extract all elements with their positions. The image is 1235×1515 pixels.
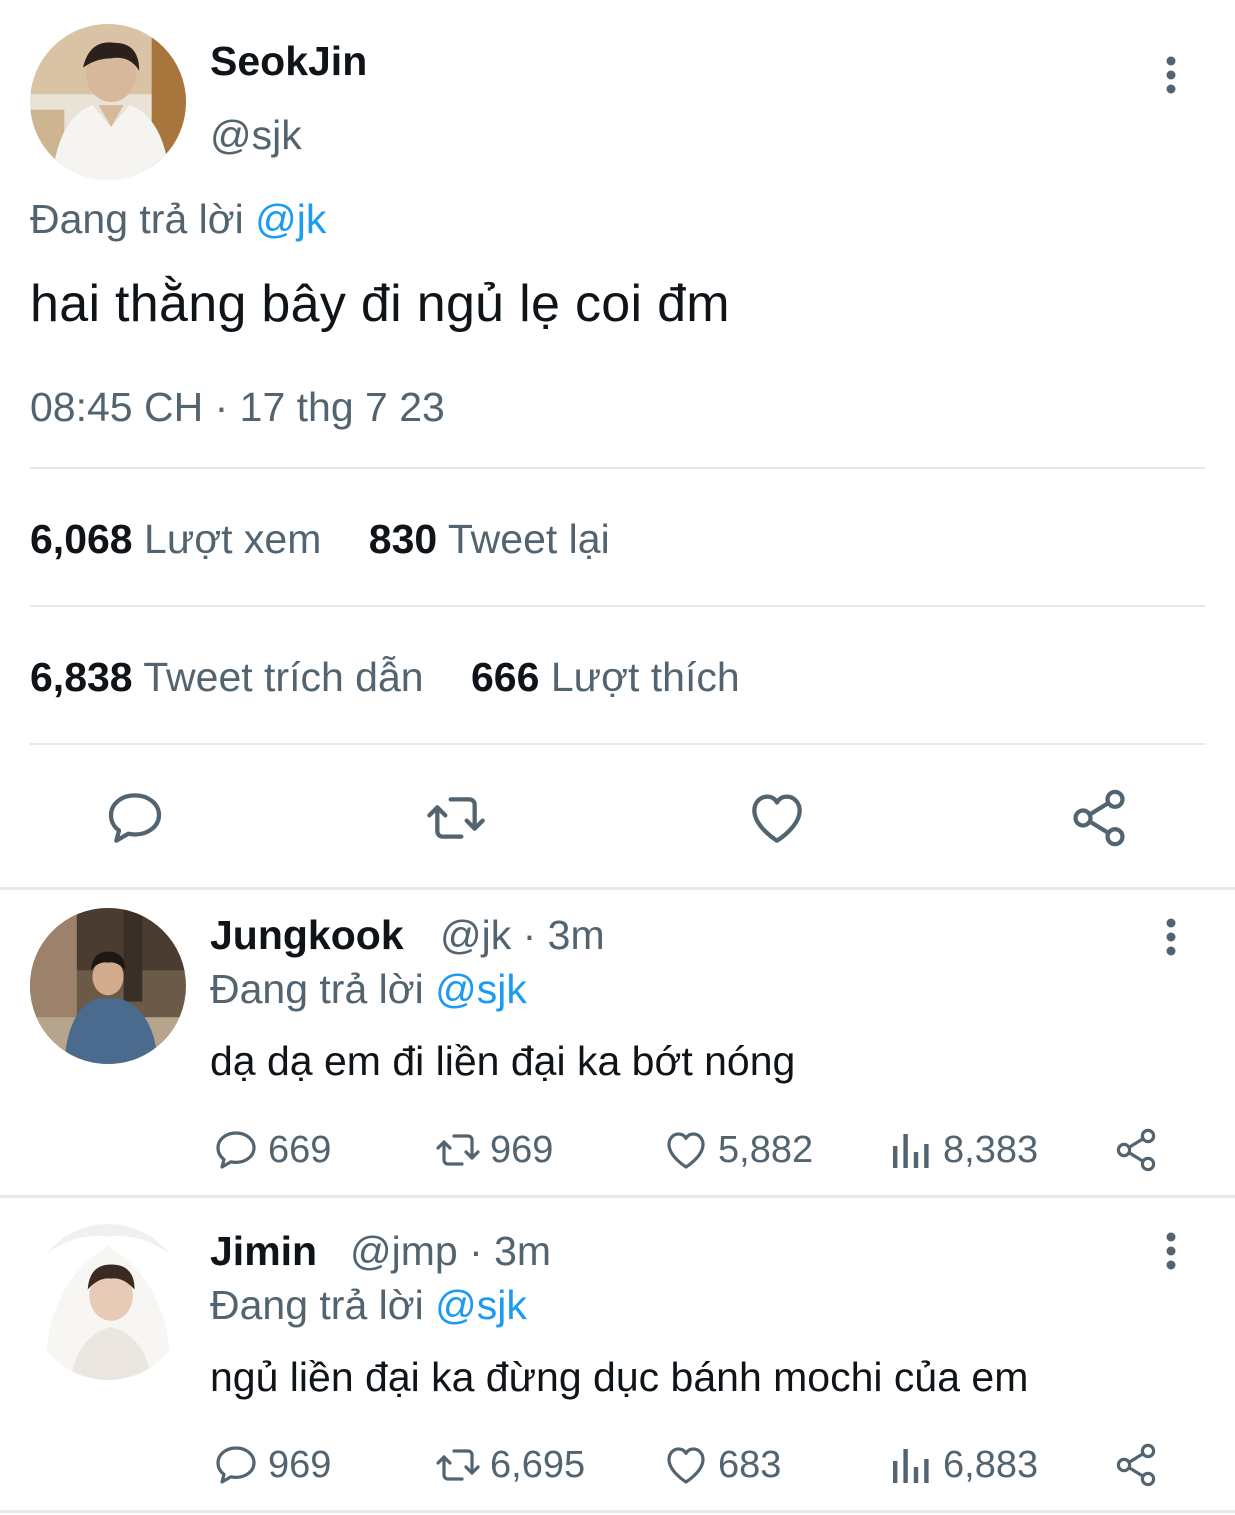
stats-row-2: 6,838 Tweet trích dẫn 666 Lượt thích xyxy=(30,654,776,701)
like-icon xyxy=(667,1132,705,1169)
replying-to-label: Đang trả lời xyxy=(210,1282,424,1328)
avatar[interactable] xyxy=(30,1224,186,1380)
replying-to-label: Đang trả lời xyxy=(30,196,244,242)
quotes-stat[interactable]: 6,838 Tweet trích dẫn xyxy=(30,654,424,701)
main-tweet: SeokJin @sjk Đang trả lời @jk hai thằng … xyxy=(0,0,1235,890)
replying-to-mention[interactable]: @sjk xyxy=(435,1282,527,1328)
like-icon[interactable] xyxy=(745,786,809,850)
reply-count: 969 xyxy=(268,1443,332,1486)
divider xyxy=(30,467,1205,469)
like-count: 5,882 xyxy=(718,1128,814,1171)
retweet-icon[interactable] xyxy=(424,786,488,850)
reply-tweet[interactable]: Jungkook @jk · 3m Đang trả lời @sjk dạ d… xyxy=(0,890,1235,1198)
retweet-count: 969 xyxy=(490,1128,554,1171)
replying-to-line: Đang trả lời @jk xyxy=(30,196,326,243)
author-display-name[interactable]: Jimin xyxy=(210,1228,317,1275)
more-options-icon[interactable] xyxy=(1156,912,1186,962)
analytics-icon xyxy=(893,1134,929,1168)
views-action[interactable]: 8,383 xyxy=(887,1126,1038,1174)
replying-to-mention[interactable]: @sjk xyxy=(435,966,527,1012)
views-count: 8,383 xyxy=(943,1128,1039,1171)
more-options-icon[interactable] xyxy=(1156,1226,1186,1276)
tweet-timestamp[interactable]: 08:45 CH · 17 thg 7 23 xyxy=(30,384,445,431)
author-display-name[interactable]: Jungkook xyxy=(210,912,404,959)
share-icon[interactable] xyxy=(1067,786,1131,850)
reply-icon[interactable] xyxy=(103,786,167,850)
reply-tweet[interactable]: Jimin @jmp · 3m Đang trả lời @sjk ngủ li… xyxy=(0,1198,1235,1515)
retweets-stat[interactable]: 830 Tweet lại xyxy=(369,516,610,563)
replying-to-line: Đang trả lời @sjk xyxy=(210,966,527,1013)
reply-action[interactable]: 669 xyxy=(212,1126,331,1174)
reply-action[interactable]: 969 xyxy=(212,1441,331,1489)
like-action[interactable]: 683 xyxy=(662,1441,781,1489)
replying-to-line: Đang trả lời @sjk xyxy=(210,1282,527,1329)
share-icon xyxy=(1116,1128,1156,1172)
like-count: 683 xyxy=(718,1443,782,1486)
retweet-icon xyxy=(436,1134,480,1166)
retweet-action[interactable]: 6,695 xyxy=(434,1441,585,1489)
retweet-action[interactable]: 969 xyxy=(434,1126,553,1174)
author-handle-time[interactable]: @jmp · 3m xyxy=(350,1228,551,1275)
replying-to-label: Đang trả lời xyxy=(210,966,424,1012)
retweet-icon xyxy=(436,1449,480,1481)
avatar[interactable] xyxy=(30,24,186,180)
avatar[interactable] xyxy=(30,908,186,1064)
author-display-name[interactable]: SeokJin xyxy=(210,38,367,85)
analytics-icon xyxy=(893,1449,929,1483)
tweet-text: hai thằng bây đi ngủ lẹ coi đm xyxy=(30,275,730,333)
stats-row-1: 6,068 Lượt xem 830 Tweet lại xyxy=(30,516,646,563)
more-options-icon[interactable] xyxy=(1156,50,1186,100)
reply-icon xyxy=(216,1446,256,1484)
like-icon xyxy=(667,1447,705,1484)
author-handle[interactable]: @sjk xyxy=(210,112,302,159)
share-action[interactable] xyxy=(1112,1126,1168,1174)
author-handle-time[interactable]: @jk · 3m xyxy=(440,912,605,959)
tweet-text: dạ dạ em đi liền đại ka bớt nóng xyxy=(210,1038,796,1084)
views-stat[interactable]: 6,068 Lượt xem xyxy=(30,516,321,563)
divider xyxy=(0,1510,1235,1513)
share-icon xyxy=(1116,1443,1156,1487)
retweet-count: 6,695 xyxy=(490,1443,586,1486)
views-count: 6,883 xyxy=(943,1443,1039,1486)
tweet-text: ngủ liền đại ka đừng dục bánh mochi của … xyxy=(210,1354,1029,1400)
divider xyxy=(30,743,1205,745)
divider xyxy=(30,605,1205,607)
likes-stat[interactable]: 666 Lượt thích xyxy=(471,654,740,701)
replying-to-mention[interactable]: @jk xyxy=(255,196,326,242)
share-action[interactable] xyxy=(1112,1441,1168,1489)
views-action[interactable]: 6,883 xyxy=(887,1441,1038,1489)
like-action[interactable]: 5,882 xyxy=(662,1126,813,1174)
reply-icon xyxy=(216,1131,256,1169)
reply-count: 669 xyxy=(268,1128,332,1171)
